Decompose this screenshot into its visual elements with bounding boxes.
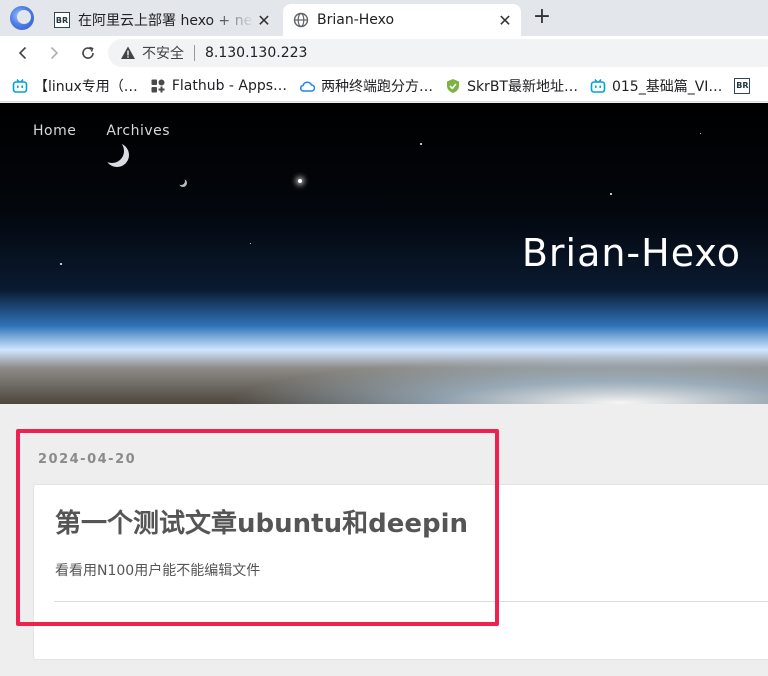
post-card: 第一个测试文章ubuntu和deepin 看看用N100用户能不能编辑文件 bbox=[33, 484, 768, 660]
security-label[interactable]: 不安全 bbox=[142, 43, 184, 63]
br-logo-icon: BR bbox=[734, 77, 751, 94]
browser-logo-icon[interactable] bbox=[10, 6, 34, 30]
bookmark-item[interactable]: Flathub - Apps… bbox=[150, 74, 287, 98]
bookmark-item[interactable]: BR bbox=[734, 74, 756, 98]
star-decoration bbox=[250, 243, 251, 244]
bookmark-item[interactable]: 两种终端跑分方… bbox=[299, 74, 433, 98]
bookmark-item[interactable]: 015_基础篇_VI… bbox=[590, 74, 722, 98]
star-decoration bbox=[610, 193, 612, 195]
bookmark-label: 【linux专用（… bbox=[34, 78, 138, 95]
bookmark-label: SkrBT最新地址… bbox=[467, 78, 578, 95]
site-header-banner: Home Archives Brian-Hexo bbox=[0, 103, 768, 404]
post-date[interactable]: 2024-04-20 bbox=[38, 452, 136, 467]
nav-archives-link[interactable]: Archives bbox=[106, 123, 170, 139]
browser-tab-strip: BR 在阿里云上部署 hexo + next ✕ Brian-Hexo ✕ + bbox=[0, 0, 768, 36]
star-decoration bbox=[60, 263, 62, 265]
flathub-icon bbox=[151, 79, 165, 92]
bookmarks-bar: 【linux专用（… Flathub - Apps… 两种终端跑分方… SkrB… bbox=[0, 70, 768, 102]
site-nav: Home Archives bbox=[33, 123, 170, 139]
bookmark-item[interactable]: 【linux专用（… bbox=[12, 74, 138, 98]
tab-title: Brian-Hexo bbox=[317, 12, 395, 28]
arrow-right-icon bbox=[50, 46, 59, 60]
tab-title: 在阿里云上部署 hexo + next bbox=[78, 13, 254, 29]
close-icon[interactable]: ✕ bbox=[254, 10, 274, 30]
post-divider bbox=[54, 601, 768, 602]
cloud-icon bbox=[300, 80, 316, 92]
bookmark-label: 015_基础篇_VI… bbox=[611, 78, 723, 95]
forward-button[interactable] bbox=[41, 40, 67, 66]
bilibili-icon bbox=[590, 78, 606, 93]
planet-decoration bbox=[177, 177, 185, 185]
br-logo-icon: BR bbox=[54, 12, 70, 28]
url-text[interactable]: 8.130.130.223 bbox=[205, 45, 307, 61]
post-excerpt: 看看用N100用户能不能编辑文件 bbox=[55, 563, 261, 579]
reload-button[interactable] bbox=[75, 40, 101, 66]
site-title[interactable]: Brian-Hexo bbox=[522, 231, 741, 275]
tab-brian-hexo[interactable]: Brian-Hexo ✕ bbox=[283, 4, 521, 36]
arrow-left-icon bbox=[18, 46, 27, 60]
new-tab-button[interactable]: + bbox=[530, 6, 554, 30]
star-decoration bbox=[298, 179, 302, 183]
browser-toolbar: 不安全 8.130.130.223 bbox=[0, 36, 768, 70]
bookmark-label: Flathub - Apps… bbox=[171, 77, 288, 94]
star-decoration bbox=[700, 133, 701, 134]
shield-icon bbox=[447, 78, 460, 93]
bookmark-item[interactable]: SkrBT最新地址… bbox=[445, 74, 578, 98]
divider bbox=[194, 45, 195, 61]
nav-home-link[interactable]: Home bbox=[33, 123, 76, 139]
tab-hexo-deploy[interactable]: BR 在阿里云上部署 hexo + next ✕ bbox=[48, 4, 280, 36]
warning-icon[interactable] bbox=[120, 45, 136, 61]
close-icon[interactable]: ✕ bbox=[495, 10, 515, 30]
bilibili-icon bbox=[12, 78, 28, 93]
moon-decoration bbox=[100, 139, 124, 163]
reload-icon bbox=[82, 46, 94, 59]
globe-icon bbox=[293, 12, 309, 28]
back-button[interactable] bbox=[10, 40, 36, 66]
star-decoration bbox=[420, 143, 422, 145]
address-bar[interactable]: 不安全 8.130.130.223 bbox=[108, 39, 768, 67]
post-title-link[interactable]: 第一个测试文章ubuntu和deepin bbox=[55, 503, 468, 540]
bookmark-label: 两种终端跑分方… bbox=[321, 78, 434, 95]
